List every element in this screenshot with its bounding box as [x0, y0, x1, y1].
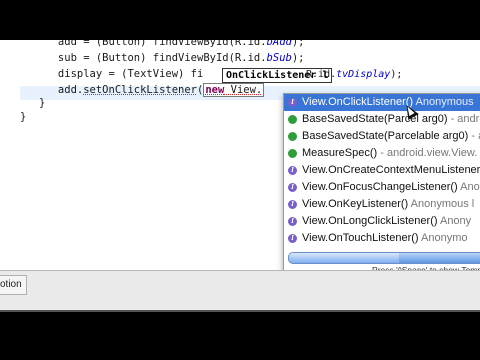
code-text: ); [291, 52, 305, 64]
code-line[interactable]: } [20, 110, 26, 125]
autocomplete-item[interactable]: I View.OnCreateContextMenuListener [284, 162, 480, 179]
code-line-active[interactable]: add.setOnClickListener(new View. [20, 83, 265, 98]
code-text: ); [291, 40, 305, 48]
autocomplete-item-label: View.OnClickListener() [302, 96, 414, 108]
method-icon [288, 149, 297, 158]
autocomplete-item-label: View.OnCreateContextMenuListener [302, 164, 480, 176]
autocomplete-item-detail: - and [471, 130, 480, 142]
parameter-hint-tail: .R.id.tvDisplay); [300, 68, 402, 81]
autocomplete-item[interactable]: BaseSavedState(Parcel arg0) - android [284, 111, 480, 128]
autocomplete-item-detail: Anonymo [418, 232, 468, 244]
autocomplete-item-label: View.OnTouchListener() [302, 232, 419, 244]
code-text: ); [390, 69, 403, 80]
autocomplete-item-text: View.OnKeyListener() Anonymous l [302, 196, 474, 213]
code-text: display = (TextView) fi [20, 68, 204, 80]
code-field: bAdd [266, 40, 292, 48]
autocomplete-item-text: View.OnTouchListener() Anonymo [302, 230, 468, 247]
code-field: bSub [266, 52, 292, 64]
autocomplete-item-detail: - android.view.View. [377, 147, 478, 159]
code-line[interactable]: add = (Button) findViewById(R.id.bAdd); [20, 40, 305, 50]
progress-fill [289, 253, 399, 263]
autocomplete-item-text: BaseSavedState(Parcel arg0) - android [302, 111, 480, 128]
interface-icon: I [288, 183, 297, 192]
code-text: sub = (Button) findViewById(R.id. [20, 52, 267, 64]
tab-label[interactable]: otion [0, 275, 27, 295]
interface-icon: I [288, 166, 297, 175]
interface-icon: I [288, 234, 297, 243]
autocomplete-item[interactable]: I View.OnFocusChangeListener() Anon [284, 179, 480, 196]
autocomplete-item-label: View.OnFocusChangeListener() [302, 181, 458, 193]
code-text: .R.id. [300, 69, 337, 80]
autocomplete-item-detail: Anonymous [413, 96, 474, 108]
interface-icon: I [288, 217, 297, 226]
bottom-panel-tabs: otion [0, 270, 480, 311]
autocomplete-item-text: View.OnFocusChangeListener() Anon [302, 179, 480, 196]
autocomplete-item-label: BaseSavedState(Parcelable arg0) [302, 130, 469, 142]
autocomplete-item[interactable]: MeasureSpec() - android.view.View. [284, 145, 480, 162]
autocomplete-item[interactable]: I View.OnTouchListener() Anonymo [284, 230, 480, 247]
autocomplete-item[interactable]: I View.OnLongClickListener() Anony [284, 213, 480, 230]
autocomplete-popup[interactable]: I View.OnClickListener() Anonymous BaseSav… [283, 93, 480, 280]
code-text: } [20, 97, 46, 109]
code-field: tvDisplay [336, 69, 391, 80]
screen: add = (Button) findViewById(R.id.bAdd); … [0, 0, 480, 360]
code-line[interactable]: sub = (Button) findViewById(R.id.bSub); [20, 51, 305, 66]
autocomplete-item-detail: Anon [460, 181, 480, 193]
autocomplete-item[interactable]: I View.OnKeyListener() Anonymous l [284, 196, 480, 213]
autocomplete-item-label: View.OnKeyListener() [302, 198, 409, 210]
autocomplete-item-detail: Anonymous l [408, 198, 475, 210]
autocomplete-item-label: View.OnLongClickListener() [302, 215, 438, 227]
window-bottom-edge [0, 310, 480, 312]
code-method: setOnClickListener [83, 84, 198, 96]
autocomplete-progress-bar [288, 252, 480, 264]
code-line[interactable]: } [20, 96, 45, 111]
code-keyword: new [205, 84, 225, 96]
method-icon [288, 115, 297, 124]
interface-icon: I [288, 200, 297, 209]
autocomplete-item-label: MeasureSpec() [302, 147, 378, 159]
autocomplete-item[interactable]: BaseSavedState(Parcelable arg0) - and [284, 128, 480, 145]
code-typed-text: View. [224, 84, 263, 96]
method-icon [288, 132, 297, 141]
code-text: add = (Button) findViewById(R.id. [20, 40, 267, 48]
autocomplete-item-detail: - android [450, 113, 480, 125]
interface-icon: I [288, 98, 297, 107]
code-text: add. [20, 84, 84, 96]
autocomplete-item-text: View.OnLongClickListener() Anony [302, 213, 471, 230]
autocomplete-item-text: View.OnClickListener() Anonymous [302, 94, 474, 111]
autocomplete-item-text: MeasureSpec() - android.view.View. [302, 145, 477, 162]
autocomplete-item[interactable]: I View.OnClickListener() Anonymous [284, 94, 480, 111]
autocomplete-item-label: BaseSavedState(Parcel arg0) [302, 113, 448, 125]
autocomplete-item-text: View.OnCreateContextMenuListener [302, 162, 480, 179]
code-line[interactable]: display = (TextView) fi [20, 67, 203, 82]
autocomplete-item-text: BaseSavedState(Parcelable arg0) - and [302, 128, 480, 145]
autocomplete-item-detail: Anony [437, 215, 472, 227]
code-text: } [20, 111, 27, 123]
